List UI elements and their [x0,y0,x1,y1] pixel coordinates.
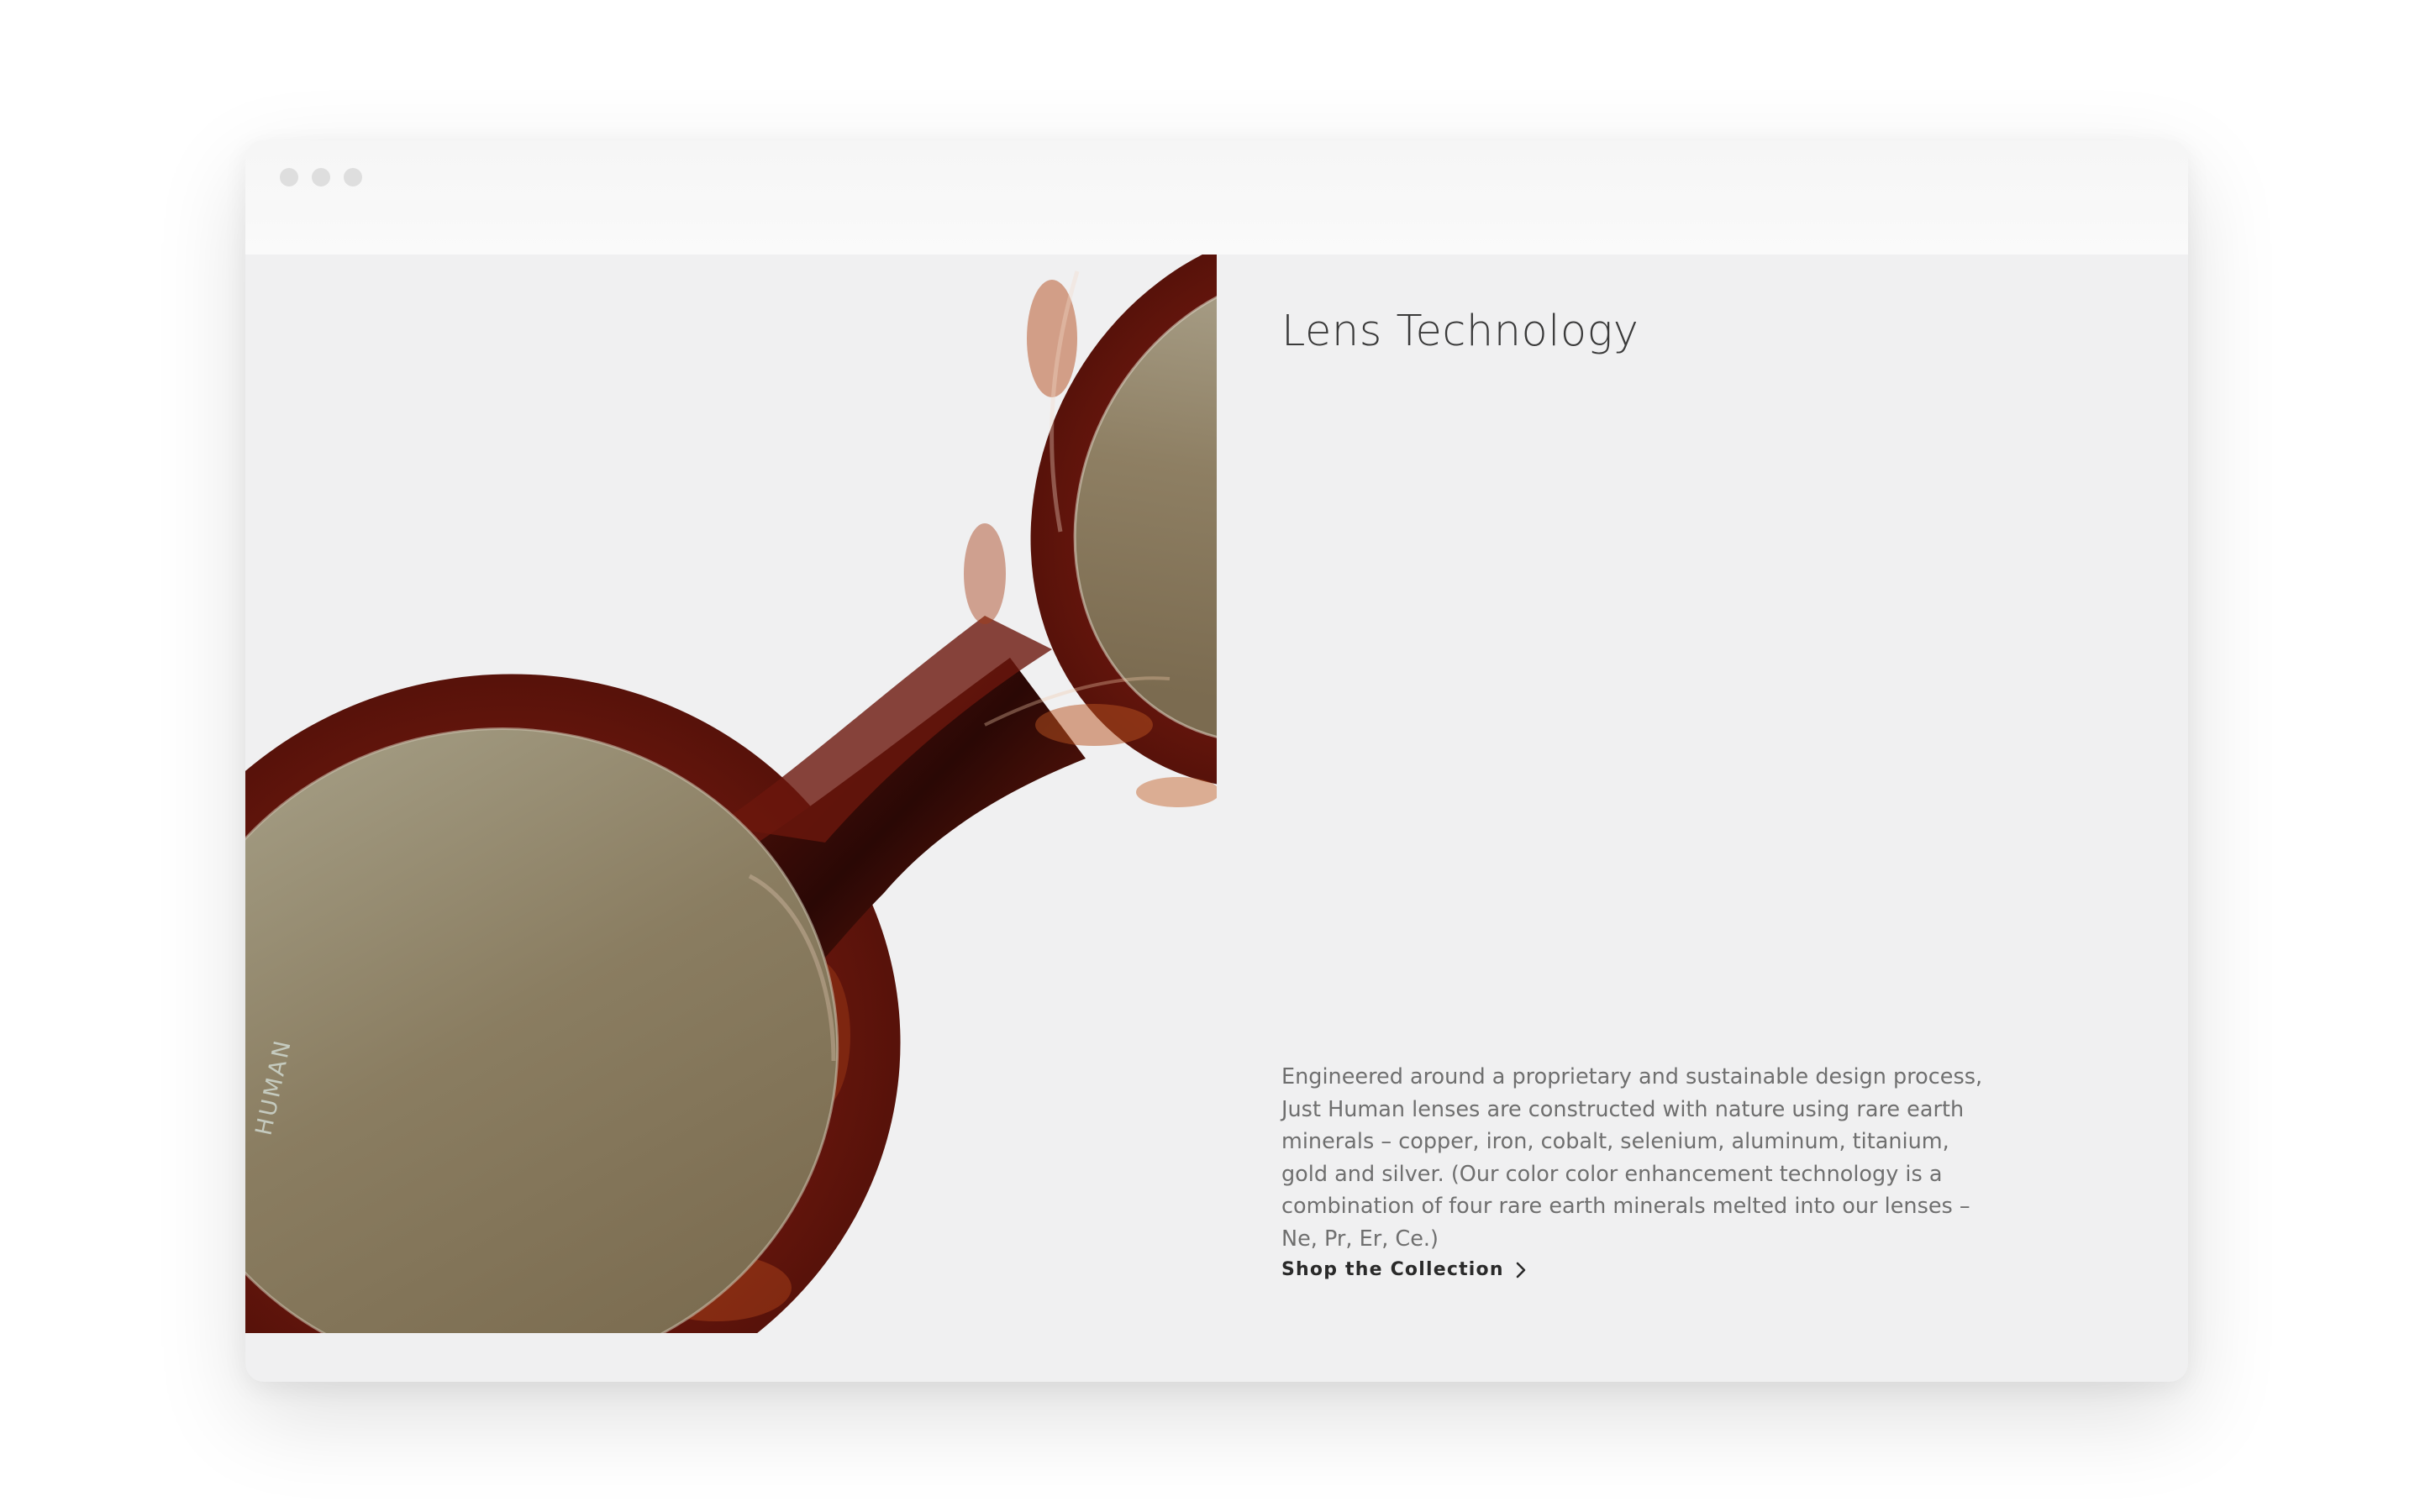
shop-collection-link[interactable]: Shop the Collection [1281,1259,1528,1280]
window-close-button[interactable] [280,168,298,186]
window-minimize-button[interactable] [312,168,330,186]
shop-collection-label: Shop the Collection [1281,1259,1504,1280]
section-description: Engineered around a proprietary and sust… [1281,1064,1983,1252]
window-titlebar [245,140,2188,255]
section-title: Lens Technology [1281,307,1639,356]
lens-technology-panel: Lens Technology Engineered around a prop… [1281,255,2038,1333]
page-content: HUMAN Lens Technology Engineered around … [245,255,2188,1333]
window-maximize-button[interactable] [344,168,362,186]
browser-window: HUMAN Lens Technology Engineered around … [245,140,2188,1382]
sunglasses-product-image: HUMAN [245,255,1217,1333]
chevron-right-icon [1516,1262,1526,1278]
